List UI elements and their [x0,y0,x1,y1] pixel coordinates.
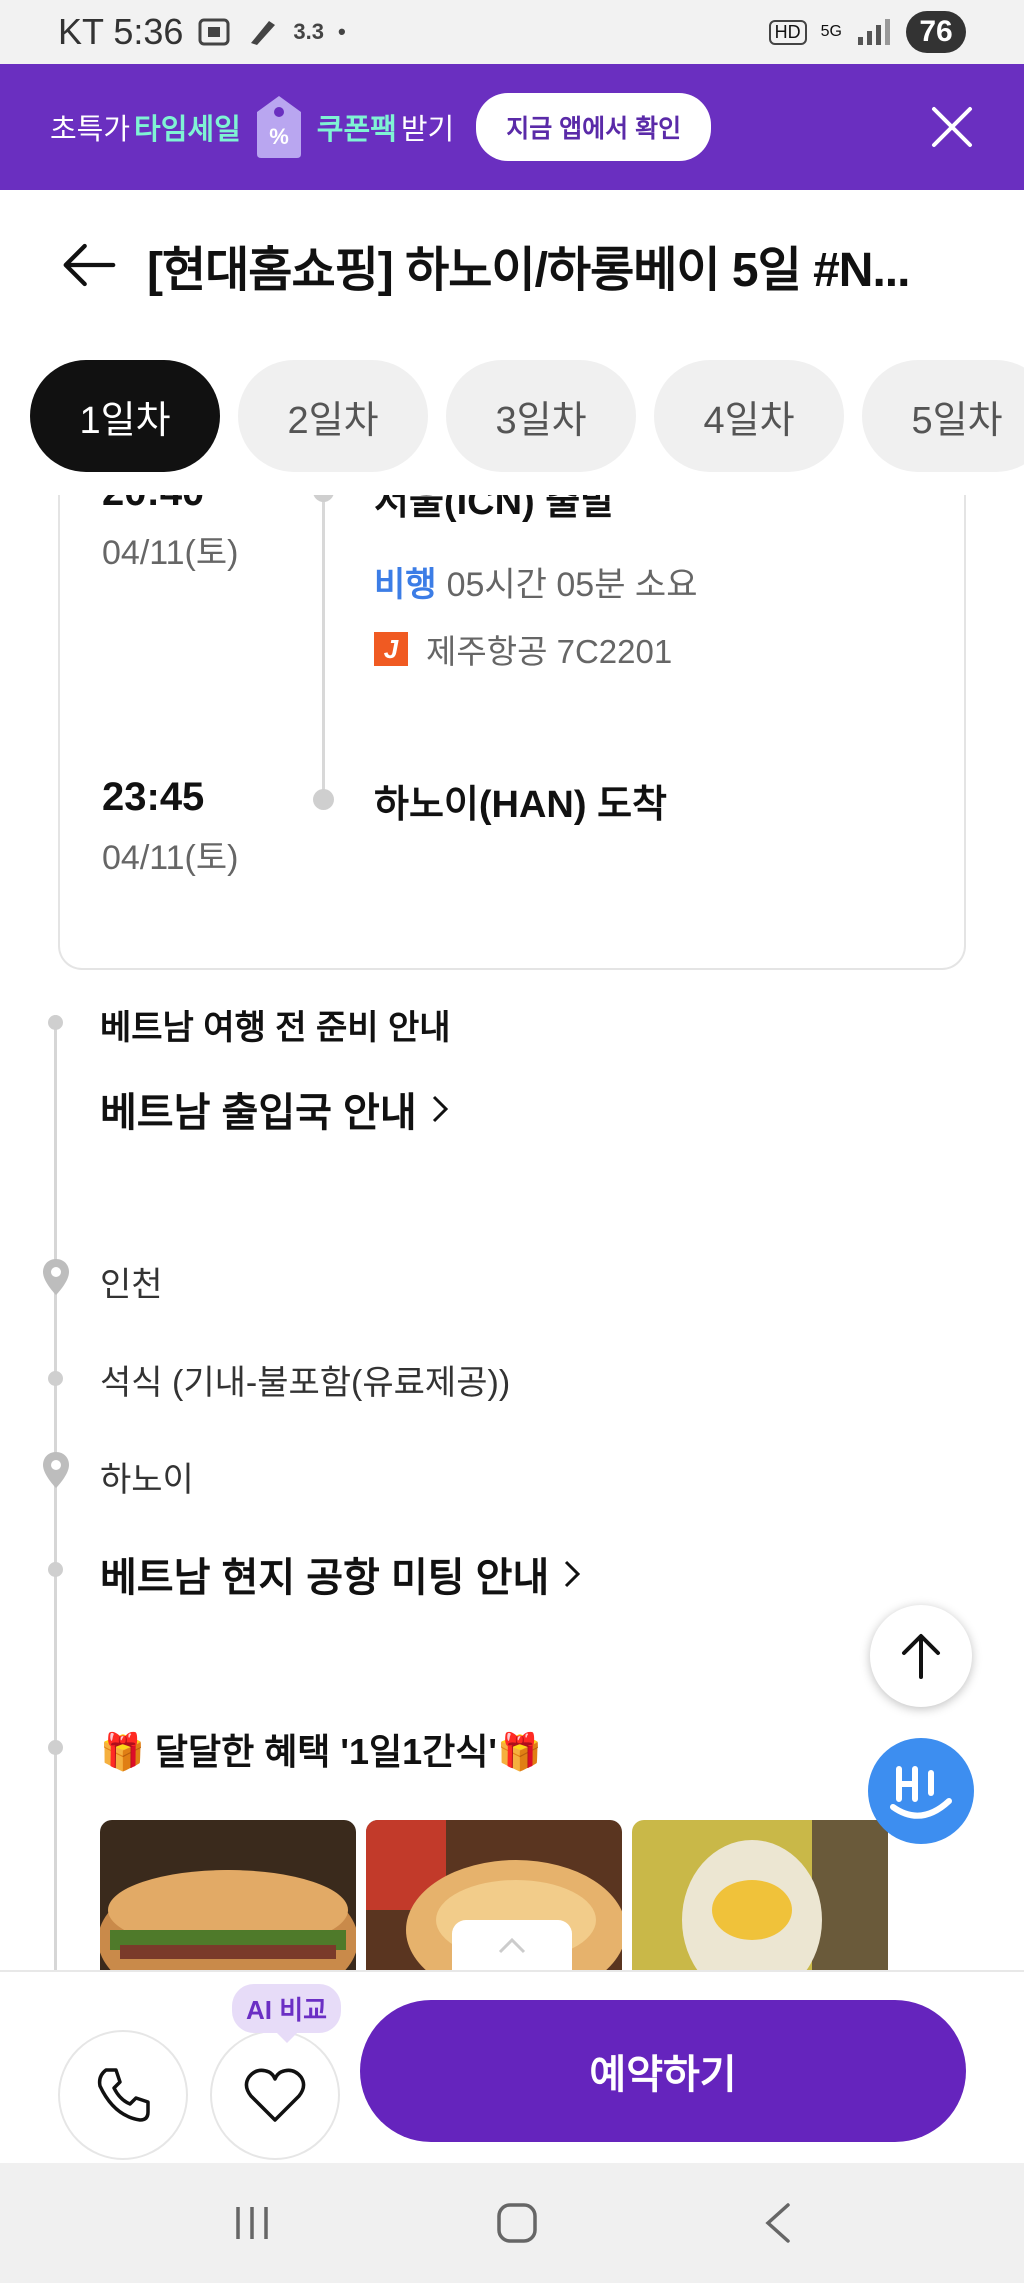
timeline-dot [48,1562,63,1577]
chatbot-button[interactable] [868,1738,974,1844]
page-header: [현대홈쇼핑] 하노이/하롱베이 5일 #N... [0,190,1024,340]
promo-text-1: 초특가 [50,114,131,146]
timeline-dot [48,1371,63,1386]
recent-apps-icon[interactable] [232,2205,272,2241]
promo-highlight-coupon: 쿠폰팩 [316,114,397,146]
chevron-right-icon [565,1560,581,1588]
tab-day-2[interactable]: 2일차 [238,360,428,472]
home-icon[interactable] [496,2202,538,2244]
timeline-dot [48,1740,63,1755]
pen-icon [251,21,276,45]
ai-compare-badge[interactable]: AI 비교 [232,1984,342,2043]
duration-value: 05시간 05분 소요 [446,566,698,604]
screenshot-icon [198,18,230,46]
discount-tag-icon: % [256,96,301,158]
immigration-link-label: 베트남 출입국 안내 [100,1091,417,1135]
depart-time: 20:40 [102,495,204,515]
meal-info: 석식 (기내-불포함(유료제공)) [100,1364,511,1402]
flight-duration: 비행 05시간 05분 소요 [374,557,698,606]
tab-day-1[interactable]: 1일차 [30,360,220,472]
system-nav-bar [0,2163,1024,2283]
status-dot: • [338,19,346,44]
flight-route-line [322,495,325,805]
itinerary-content[interactable]: 20:40 04/11(토) 서울(ICN) 출발 비행05시간 05분 소요 … [0,495,1024,1970]
network-indicator: 5G [820,23,842,40]
close-icon[interactable] [930,105,974,149]
depart-place: 서울(ICN) 출발 [374,495,616,523]
chevron-right-icon [432,1095,448,1123]
airline-info: J 제주항공 7C2201 [374,625,672,673]
airline-name: 제주항공 7C2201 [426,633,673,670]
signal-icon [858,19,890,45]
promo-cta-button[interactable]: 지금 앱에서 확인 [476,93,712,161]
snack-photo-bun[interactable] [632,1820,888,1970]
location-pin-icon [43,1452,69,1488]
heart-icon [244,2068,306,2122]
timeline-dot [48,1015,63,1030]
wishlist-button[interactable] [210,2030,340,2160]
sheet-expand-handle[interactable] [452,1920,572,1970]
airline-logo-icon: J [374,632,408,666]
back-arrow-icon[interactable] [60,240,117,290]
airport-meeting-link[interactable]: 베트남 현지 공항 미팅 안내 [100,1545,581,1603]
tab-day-3[interactable]: 3일차 [446,360,636,472]
page-title: [현대홈쇼핑] 하노이/하롱베이 5일 #N... [147,244,910,297]
status-bar: KT 5:36 3.3 • HD 5G 76 [0,0,1024,64]
city-incheon: 인천 [100,1266,163,1304]
hd-indicator: HD [768,19,807,45]
arrive-date: 04/11(토) [102,839,239,877]
svg-text:%: % [269,124,289,149]
promo-banner[interactable]: 초특가 타임세일 % 쿠폰팩 받기 지금 앱에서 확인 [0,64,1024,190]
phone-icon [97,2068,150,2122]
prep-title: 베트남 여행 전 준비 안내 [100,1009,451,1047]
chevron-up-icon [498,1937,526,1954]
snack-photo-banhmi[interactable] [100,1820,356,1970]
depart-dot [313,495,334,502]
carrier-time: KT 5:36 [58,11,184,52]
flight-card: 20:40 04/11(토) 서울(ICN) 출발 비행05시간 05분 소요 … [58,495,966,970]
promo-text-2: 받기 [400,114,455,146]
back-icon[interactable] [762,2202,792,2244]
battery-level: 76 [906,11,966,53]
tab-day-4[interactable]: 4일차 [654,360,844,472]
call-button[interactable] [58,2030,188,2160]
timeline-line [54,1015,57,1970]
chatbot-hi-icon [890,1766,952,1819]
location-pin-icon [43,1259,69,1295]
benefit-title: 🎁 달달한 혜택 '1일1간식'🎁 [100,1731,542,1772]
bottom-action-bar: AI 비교 예약하기 [0,1970,1024,2163]
arrive-time: 23:45 [102,775,205,819]
meeting-link-label: 베트남 현지 공항 미팅 안내 [100,1556,550,1600]
immigration-info-link[interactable]: 베트남 출입국 안내 [100,1080,449,1138]
arrow-up-icon [902,1634,940,1679]
speed-indicator: 3.3 [293,19,325,44]
duration-label: 비행 [374,566,437,604]
arrive-place: 하노이(HAN) 도착 [374,784,667,826]
tab-day-5[interactable]: 5일차 [862,360,1024,472]
book-button[interactable]: 예약하기 [360,2000,966,2142]
arrive-dot [313,789,334,810]
day-tabs: 1일차 2일차 3일차 4일차 5일차 [30,360,1024,472]
promo-highlight-timesale: 타임세일 [134,114,241,146]
depart-date: 04/11(토) [102,534,239,572]
city-hanoi: 하노이 [100,1461,194,1499]
scroll-top-button[interactable] [870,1605,972,1707]
